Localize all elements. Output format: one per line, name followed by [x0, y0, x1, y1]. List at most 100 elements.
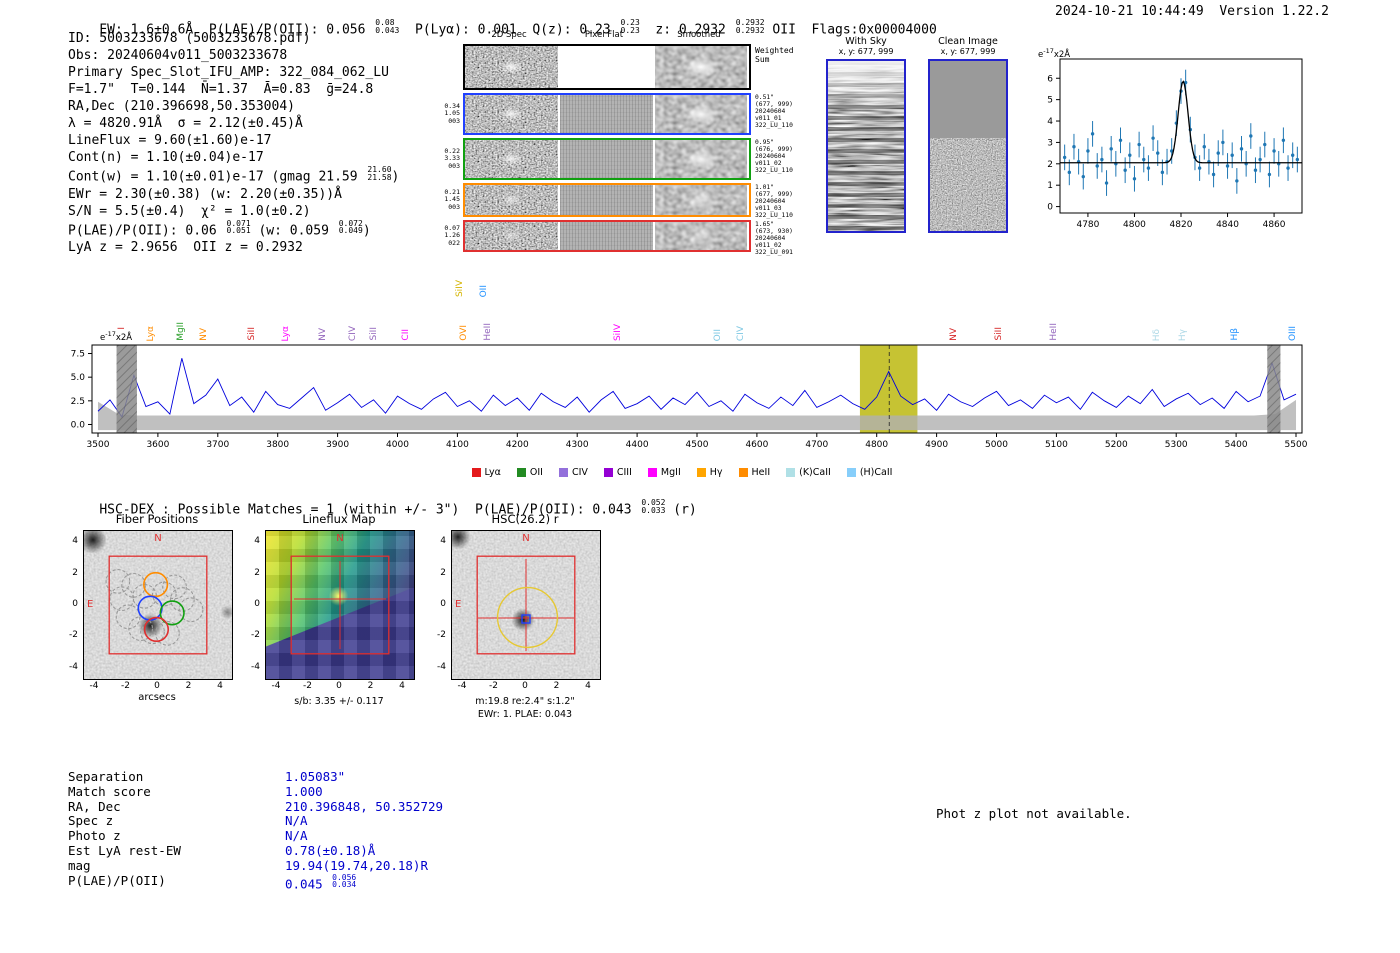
line-label-NV: NV: [948, 328, 959, 341]
emission-spot: [655, 140, 747, 178]
svg-text:4860: 4860: [1263, 220, 1286, 230]
table-row: Separation 1.05083": [68, 769, 443, 785]
line-label-NV: NV: [318, 328, 329, 341]
legend-swatch: [738, 468, 748, 477]
twod-spec-panel: 2D Spec Pixel Flat Smoothed 0.34 1.05 003 0…: [443, 30, 805, 260]
x-tick-label: -4: [457, 681, 467, 691]
info-line: Primary Spec_Slot_IFU_AMP: 322_084_062_L…: [68, 65, 389, 80]
spec-row: [463, 220, 751, 252]
twod-spec-strip: [465, 140, 558, 178]
x-tick-label: -2: [303, 681, 312, 691]
elixer-report-page: EW: 1.6±0.6Å P(LAE)/P(OII): 0.056 0.08 0.…: [0, 0, 1400, 953]
svg-text:4800: 4800: [865, 440, 888, 450]
pixel-flat-strip: [560, 140, 653, 178]
hsc-caption-morphology: m:19.8 re:2.4" s:1.2": [475, 696, 575, 707]
legend-swatch: [471, 468, 481, 477]
header-datetime-version: 2024-10-21 10:44:49 Version 1.22.2: [1055, 4, 1329, 19]
line-label-OIII: OIII: [1288, 325, 1299, 341]
smoothed-strip: [655, 185, 747, 215]
lineflux-title: Lineflux Map: [302, 512, 376, 526]
info-line: P(LAE)/P(OII): 0.06 0.071 0.051 (w: 0.059…: [68, 218, 371, 238]
table-row-label: mag: [68, 857, 91, 873]
emission-spot: [655, 222, 747, 250]
row-right-labels: 1.65" (673, 930) 20240604 v011_02 322_LU_091: [755, 221, 793, 256]
table-row-label: Separation: [68, 769, 144, 784]
line-label-CII: CII: [401, 329, 412, 341]
line-label-NV: NV: [198, 328, 209, 341]
spectrum-ylabel: e-17x2Å: [100, 330, 133, 343]
zoom-ylabel: e-17x2Å: [1038, 47, 1071, 60]
info-line: RA,Dec (210.396698,50.353004): [68, 99, 295, 114]
y-tick-label: 0: [72, 599, 78, 609]
table-row-label: Est LyA rest-EW: [68, 842, 181, 858]
legend-swatch: [603, 468, 613, 477]
lineflux-overlay-svg: [290, 555, 390, 655]
svg-text:5100: 5100: [1045, 440, 1068, 450]
line-label-Hγ: Hγ: [1177, 328, 1188, 341]
table-row: RA, Dec 210.396848, 50.352729: [68, 798, 443, 815]
svg-text:4: 4: [1047, 117, 1053, 127]
svg-text:5: 5: [1047, 96, 1053, 106]
line-label-SiIV: SiIV: [454, 279, 465, 297]
legend-swatch: [558, 468, 568, 477]
legend-item-MgII: MgII: [647, 467, 681, 478]
withsky-coords: x, y: 677, 999: [838, 47, 894, 56]
x-tick-label: 2: [185, 681, 192, 691]
legend-item-HeII: HeII: [738, 467, 770, 478]
compass-north: N: [336, 533, 344, 544]
clean-image: [928, 59, 1008, 233]
emission-spot: [655, 185, 747, 215]
pixel-flat-strip: [560, 222, 653, 250]
line-label-Lyα: Lyα: [281, 325, 292, 341]
legend-item-(H)CaII: (H)CaII: [846, 467, 892, 478]
svg-text:4500: 4500: [686, 440, 709, 450]
emission-spot: [465, 222, 558, 250]
line-label-SiII: SiII: [993, 327, 1004, 341]
y-tick-label: 4: [72, 536, 78, 547]
fiber-image: N E: [83, 530, 233, 680]
svg-text:1: 1: [1047, 181, 1053, 191]
table-row-value: 1.05083": [285, 769, 346, 784]
y-tick-label: -2: [437, 630, 446, 641]
table-row-label: RA, Dec: [68, 798, 121, 814]
table-row-value: 19.94(19.74,20.18)R: [285, 857, 428, 873]
svg-text:5000: 5000: [985, 440, 1008, 450]
table-row-value: N/A: [285, 828, 308, 844]
emission-spot: [465, 140, 558, 178]
svg-text:3700: 3700: [206, 440, 229, 450]
hscdex-plae-range: 0.052 0.033: [641, 498, 666, 515]
svg-text:3500: 3500: [87, 440, 110, 450]
table-row-value: N/A: [285, 813, 308, 829]
table-row: mag 19.94(19.74,20.18)R: [68, 857, 443, 874]
spec-row: [463, 138, 751, 180]
twod-rows: 0.34 1.05 003 0.51" (677, 999) 20240604 v011_0…: [443, 30, 805, 260]
fiber-overlay-svg: [105, 555, 208, 655]
x-tick-label: 4: [217, 681, 223, 691]
table-row: Match score 1.000: [68, 784, 443, 800]
x-tick-label: 2: [367, 681, 374, 691]
svg-text:6: 6: [1047, 74, 1053, 84]
clean-noise-region: [930, 137, 1006, 231]
legend-swatch: [846, 468, 856, 477]
emission-spot: [465, 185, 558, 215]
lineflux-map-cutout: Lineflux Map N s/b: 3.35 +/- 0.117 -4 -4-…: [240, 506, 440, 732]
hsc-overlay-svg: [476, 555, 576, 655]
emission-spot: [655, 95, 747, 133]
line-label-HeII: HeII: [1049, 323, 1060, 341]
info-line: Obs: 20240604v011_5003233678: [68, 48, 288, 63]
svg-text:5400: 5400: [1225, 440, 1248, 450]
full-spectrum-chart: SiII Lyα MgII NV SiII Lyα NV CIV SiII CII SiIV OVI O…: [52, 258, 1312, 484]
clean-image-panel: Clean Image x, y: 677, 999: [928, 36, 1008, 233]
hsc-title: HSC(26.2) r: [491, 512, 559, 526]
spectrum-legend: Lyα OII CIV CIII MgII Hγ HeII (K)CaII (H)CaII: [52, 462, 1312, 481]
pixel-flat-strip: [560, 95, 653, 133]
hscdex-band: (r): [665, 502, 697, 518]
line-label-HeII: HeII: [482, 323, 493, 341]
row-right-labels: 0.51" (677, 999) 20240604 v011_01 322_LU_110: [755, 94, 793, 129]
x-tick-label: 4: [585, 681, 591, 691]
line-label-SiII: SiII: [246, 327, 257, 341]
table-row: Est LyA rest-EW 0.78(±0.18)Å: [68, 842, 443, 859]
y-tick-label: 4: [440, 536, 446, 547]
detection-info-block: ID: 5003233678 (5003233678.pdf) Obs: 2024…: [68, 30, 399, 256]
line-label-OVI: OVI: [458, 325, 469, 341]
